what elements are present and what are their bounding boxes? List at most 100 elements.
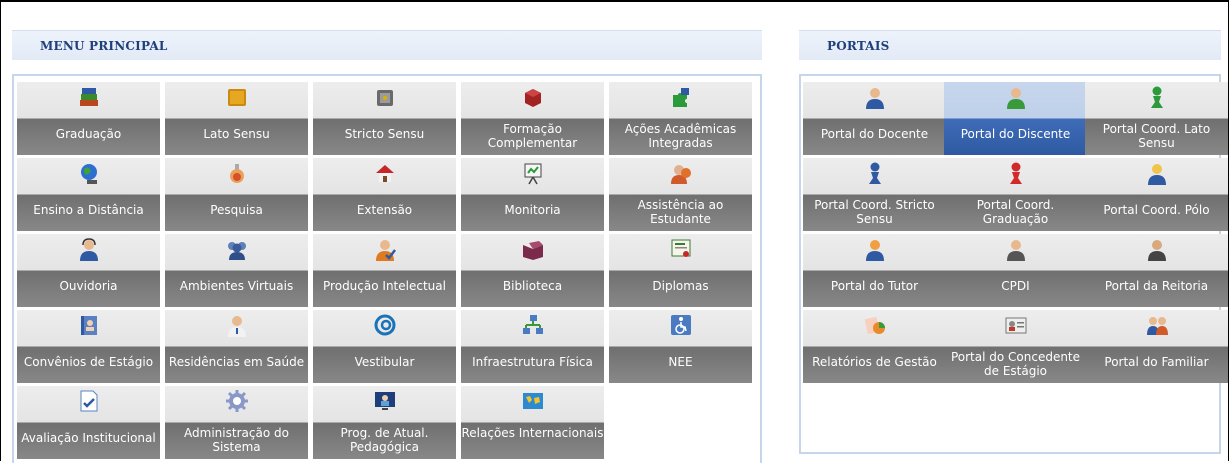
tile-label: Graduação — [55, 127, 122, 141]
tile-portal-coord-polo[interactable]: Portal Coord. Pólo — [1085, 158, 1228, 231]
world-map-icon — [521, 389, 545, 413]
tile-pesquisa[interactable]: Pesquisa — [165, 158, 308, 231]
globe-icon — [77, 161, 101, 185]
tile-biblioteca[interactable]: Biblioteca — [461, 234, 604, 307]
book-icon — [521, 85, 545, 109]
flask-icon — [225, 161, 249, 185]
folder-icon — [225, 85, 249, 109]
tile-label: Biblioteca — [502, 279, 563, 293]
tile-label: Relatórios de Gestão — [812, 355, 937, 369]
presentation-board-icon — [521, 161, 545, 185]
tile-portal-coord-lato-sensu[interactable]: Portal Coord. Lato Sensu — [1085, 82, 1228, 155]
tile-relatorios-de-gestao[interactable]: Relatórios de Gestão — [803, 310, 946, 383]
tile-ambientes-virtuais[interactable]: Ambientes Virtuais — [165, 234, 308, 307]
house-icon — [373, 161, 397, 185]
portais-header: PORTAIS — [799, 30, 1221, 60]
tile-portal-da-reitoria[interactable]: Portal da Reitoria — [1085, 234, 1228, 307]
pawn-green-icon — [1145, 85, 1169, 109]
tile-administracao-do-sistema[interactable]: Administração do Sistema — [165, 386, 308, 459]
tile-vestibular[interactable]: Vestibular — [313, 310, 456, 383]
certificate-icon — [669, 237, 693, 261]
open-book-icon — [521, 237, 545, 261]
tile-avaliacao-institucional[interactable]: Avaliação Institucional — [17, 386, 160, 459]
tile-label: Assistência ao Estudante — [637, 198, 724, 226]
tile-acoes-academicas-integradas[interactable]: Ações Acadêmicas Integradas — [609, 82, 752, 155]
tile-ensino-a-distancia[interactable]: Ensino a Distância — [17, 158, 160, 231]
tile-portal-do-tutor[interactable]: Portal do Tutor — [803, 234, 946, 307]
tutor-icon — [863, 237, 887, 261]
books-icon — [77, 85, 101, 109]
tile-ouvidoria[interactable]: Ouvidoria — [17, 234, 160, 307]
tile-label: Pesquisa — [210, 203, 263, 217]
tile-label: Relações Internacionais — [461, 426, 604, 440]
tile-portal-do-discente[interactable]: Portal do Discente — [944, 82, 1087, 155]
person-check-icon — [373, 237, 397, 261]
tile-portal-do-concedente-de-estagio[interactable]: Portal do Concedente de Estágio — [944, 310, 1087, 383]
helper-person-icon — [669, 161, 693, 185]
tile-label: Portal do Docente — [820, 127, 929, 141]
wheelchair-icon — [669, 313, 693, 337]
address-book-icon — [77, 313, 101, 337]
tile-relacoes-internacionais[interactable]: Relações Internacionais — [461, 386, 604, 459]
tile-label: Stricto Sensu — [344, 127, 425, 141]
tile-diplomas[interactable]: Diplomas — [609, 234, 752, 307]
safe-icon — [373, 85, 397, 109]
id-card-icon — [1004, 313, 1028, 337]
tile-label: Portal do Concedente de Estágio — [950, 350, 1081, 378]
tile-label: Prog. de Atual. Pedagógica — [340, 426, 429, 454]
swirl-logo-icon — [373, 313, 397, 337]
tile-label: CPDI — [1001, 279, 1030, 293]
tile-producao-intelectual[interactable]: Produção Intelectual — [313, 234, 456, 307]
network-icon — [521, 313, 545, 337]
reports-icon — [863, 313, 887, 337]
tile-residencias-em-saude[interactable]: Residências em Saúde — [165, 310, 308, 383]
tile-portal-coord-stricto-sensu[interactable]: Portal Coord. Stricto Sensu — [803, 158, 946, 231]
gear-icon — [225, 389, 249, 413]
rector-icon — [1145, 237, 1169, 261]
checklist-icon — [77, 389, 101, 413]
tile-label: Portal Coord. Stricto Sensu — [814, 198, 935, 226]
tile-label: Vestibular — [354, 355, 415, 369]
tile-lato-sensu[interactable]: Lato Sensu — [165, 82, 308, 155]
tile-convenios-de-estagio[interactable]: Convênios de Estágio — [17, 310, 160, 383]
person-icon — [1145, 161, 1169, 185]
pawn-blue-icon — [863, 161, 887, 185]
tile-label: Ações Acadêmicas Integradas — [624, 122, 737, 150]
tile-label: Ensino a Distância — [33, 203, 144, 217]
tile-portal-do-docente[interactable]: Portal do Docente — [803, 82, 946, 155]
monitor-person-icon — [373, 389, 397, 413]
tile-label: Ambientes Virtuais — [179, 279, 294, 293]
tile-infraestrutura-fisica[interactable]: Infraestrutura Física — [461, 310, 604, 383]
teacher-icon — [863, 85, 887, 109]
tile-label: Portal do Tutor — [830, 279, 919, 293]
tile-extensao[interactable]: Extensão — [313, 158, 456, 231]
tile-prog-de-atual-pedagogica[interactable]: Prog. de Atual. Pedagógica — [313, 386, 456, 459]
tile-label: Lato Sensu — [203, 127, 270, 141]
tile-monitoria[interactable]: Monitoria — [461, 158, 604, 231]
tile-label: Residências em Saúde — [168, 355, 305, 369]
tile-label: Formação Complementar — [487, 122, 578, 150]
tile-portal-coord-graduacao[interactable]: Portal Coord. Graduação — [944, 158, 1087, 231]
tile-label: Monitoria — [504, 203, 561, 217]
tile-label: Ouvidoria — [59, 279, 118, 293]
headset-person-icon — [77, 237, 101, 261]
tile-label: Portal Coord. Lato Sensu — [1102, 122, 1211, 150]
tile-label: Portal Coord. Graduação — [976, 198, 1055, 226]
tile-label: NEE — [668, 355, 693, 369]
tile-portal-do-familiar[interactable]: Portal do Familiar — [1085, 310, 1228, 383]
tile-nee[interactable]: NEE — [609, 310, 752, 383]
tile-label: Diplomas — [652, 279, 709, 293]
student-icon — [1004, 85, 1028, 109]
tile-label: Convênios de Estágio — [23, 355, 154, 369]
tile-label: Portal do Familiar — [1104, 355, 1209, 369]
tile-graduacao[interactable]: Graduação — [17, 82, 160, 155]
tile-stricto-sensu[interactable]: Stricto Sensu — [313, 82, 456, 155]
tile-assistencia-ao-estudante[interactable]: Assistência ao Estudante — [609, 158, 752, 231]
tile-label: Produção Intelectual — [323, 279, 446, 293]
tile-label: Portal da Reitoria — [1104, 279, 1209, 293]
tile-label: Portal do Discente — [960, 127, 1071, 141]
tile-label: Administração do Sistema — [184, 426, 289, 454]
tile-formacao-complementar[interactable]: Formação Complementar — [461, 82, 604, 155]
tile-cpdi[interactable]: CPDI — [944, 234, 1087, 307]
portais-title: PORTAIS — [827, 39, 890, 53]
